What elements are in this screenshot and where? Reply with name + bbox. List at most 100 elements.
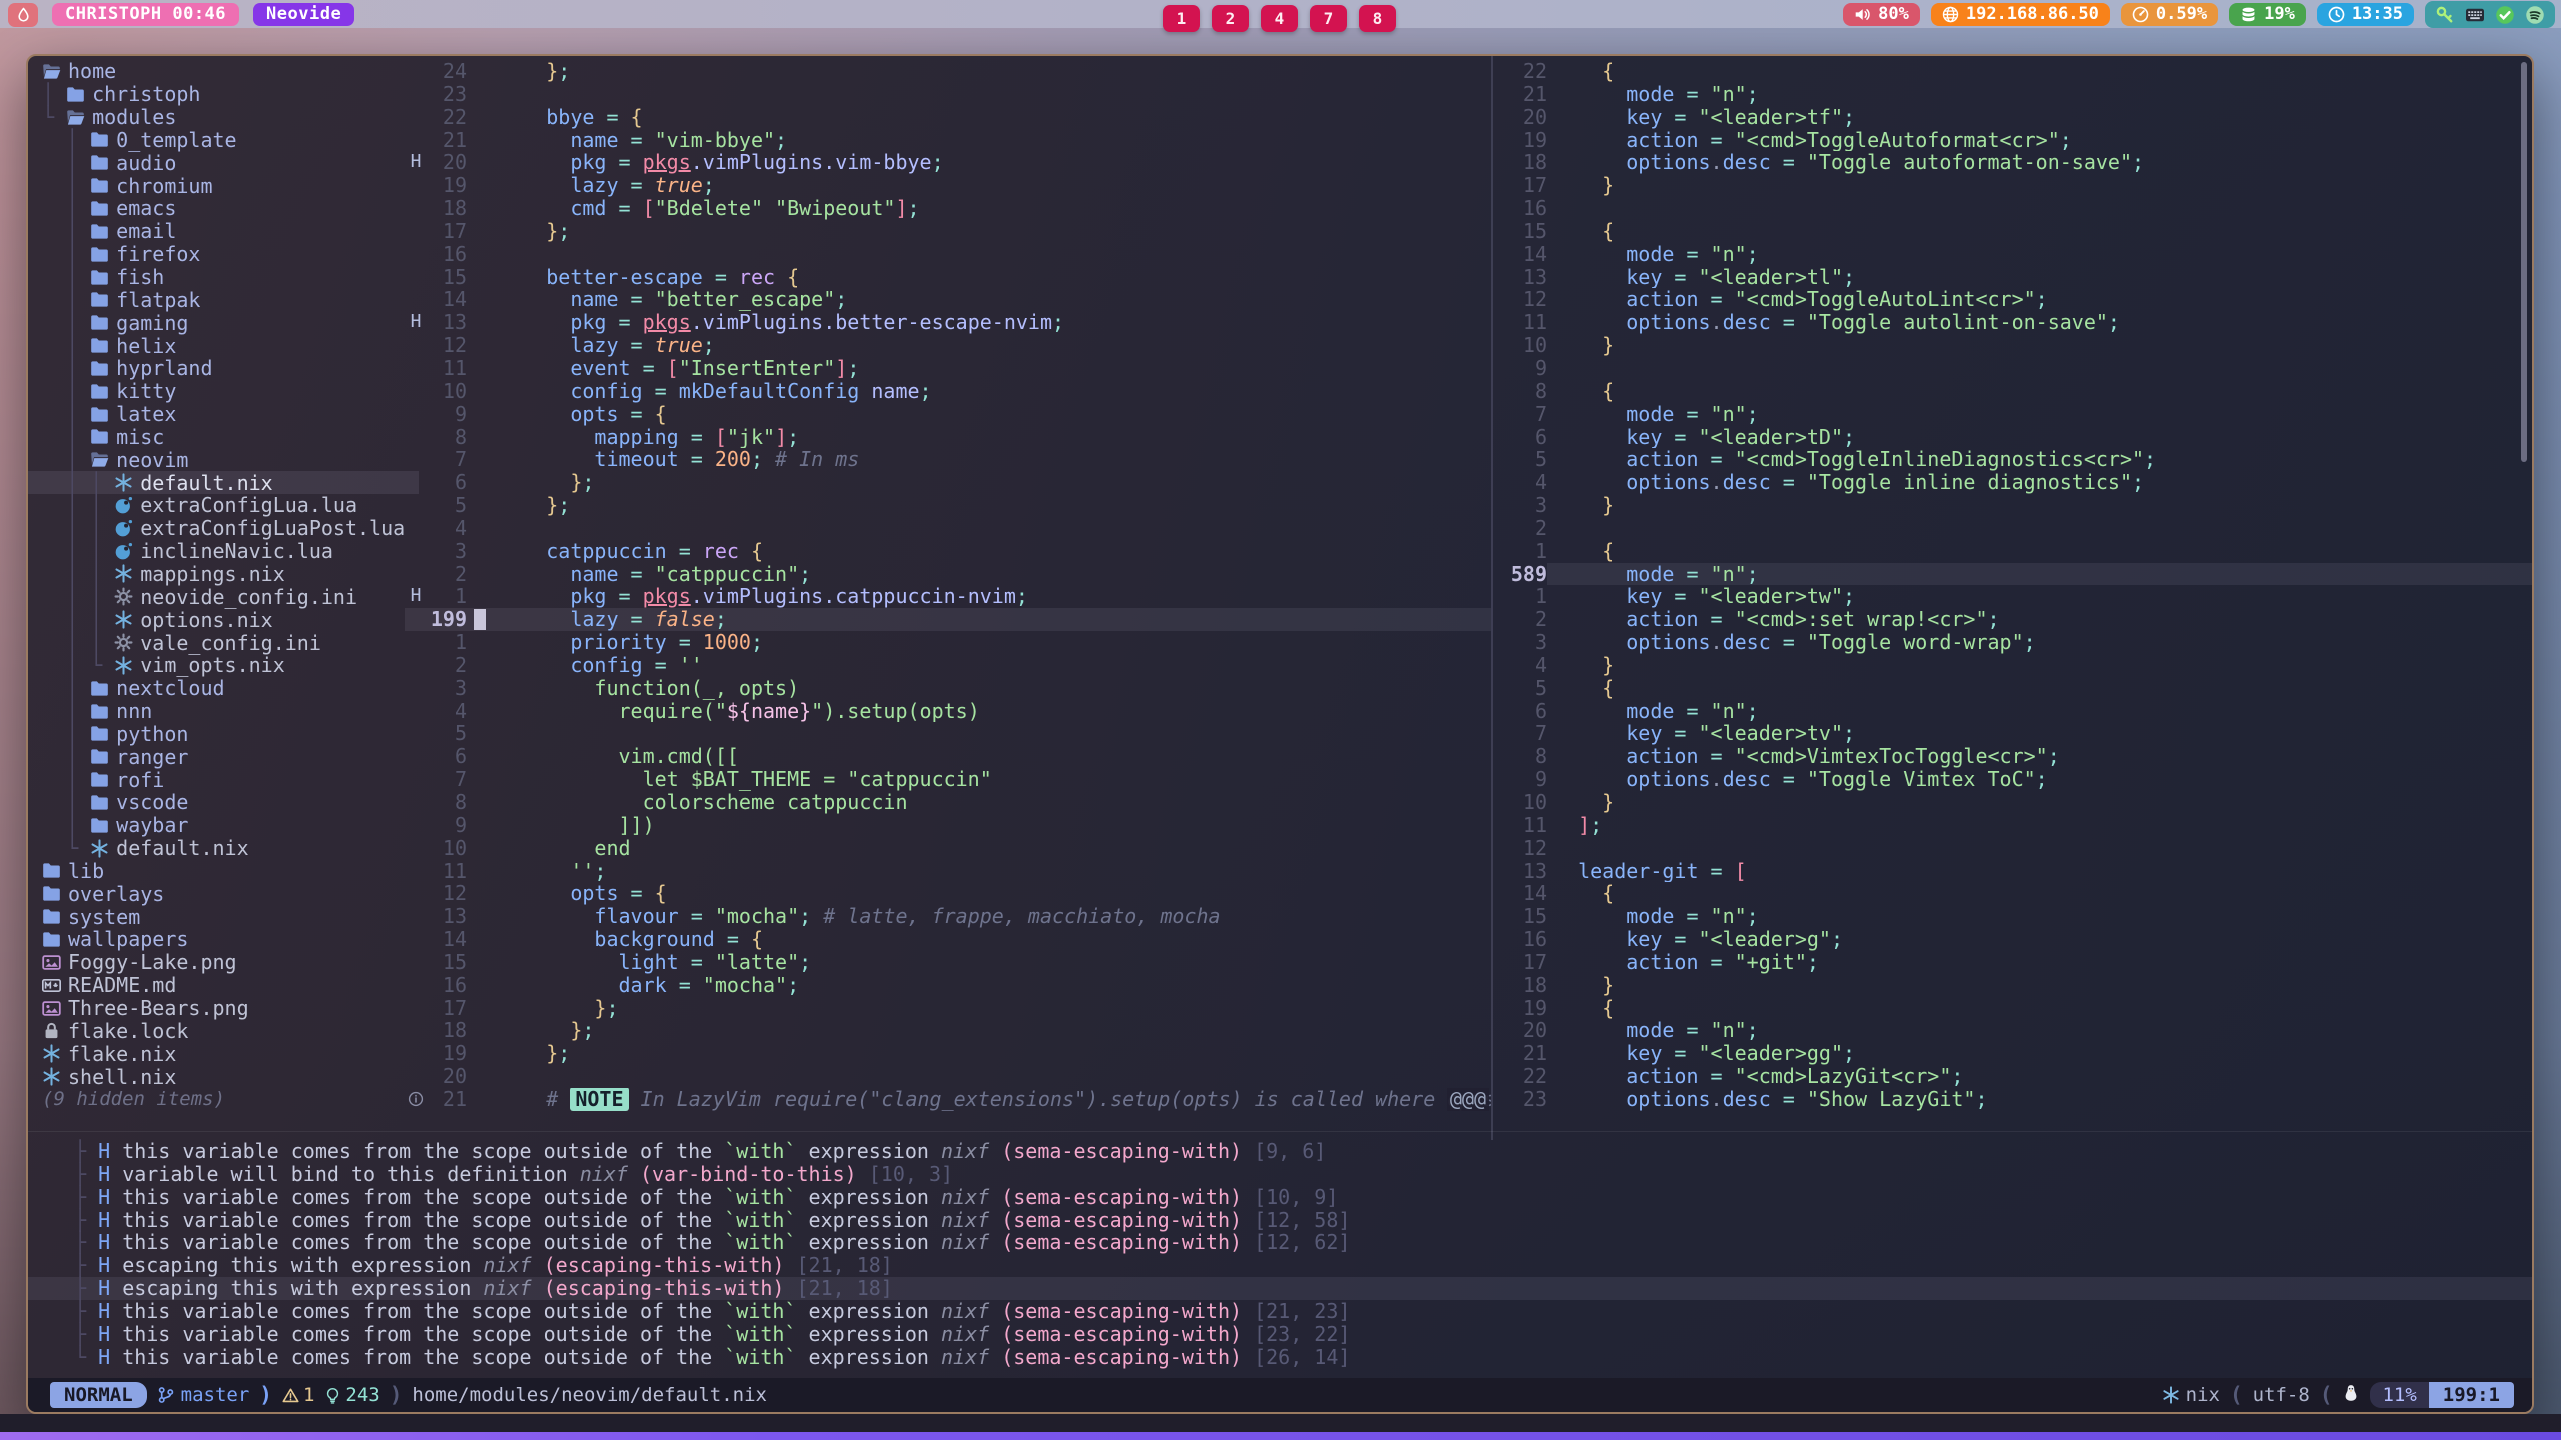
tree-item-inclineNavic.lua[interactable]: │ │ inclineNavic.lua xyxy=(42,540,419,563)
code-line[interactable]: 13 leader-git = [ xyxy=(1493,860,2532,883)
code-line[interactable]: 17 }; xyxy=(405,220,1491,243)
tree-item-options.nix[interactable]: │ │ options.nix xyxy=(42,608,419,631)
tree-item-lib[interactable]: lib xyxy=(42,860,419,883)
status-pill-globe[interactable]: 192.168.86.50 xyxy=(1931,3,2110,26)
tray-check-icon[interactable] xyxy=(2495,5,2515,25)
code-line[interactable]: 3 } xyxy=(1493,494,2532,517)
code-line[interactable]: 17 action = "+git"; xyxy=(1493,951,2532,974)
status-pill-db[interactable]: 19% xyxy=(2229,3,2306,26)
code-line[interactable]: 3 options.desc = "Toggle word-wrap"; xyxy=(1493,631,2532,654)
tree-item-default.nix[interactable]: └ default.nix xyxy=(42,837,419,860)
code-line[interactable]: 8 { xyxy=(1493,380,2532,403)
code-line[interactable]: 13 flavour = "mocha"; # latte, frappe, m… xyxy=(405,905,1491,928)
code-line[interactable]: 11 ''; xyxy=(405,860,1491,883)
tree-item-wallpapers[interactable]: wallpapers xyxy=(42,928,419,951)
tree-item-nextcloud[interactable]: │ nextcloud xyxy=(42,677,419,700)
code-line[interactable]: 14 name = "better_escape"; xyxy=(405,288,1491,311)
code-line[interactable]: 10 } xyxy=(1493,791,2532,814)
tree-item-system[interactable]: system xyxy=(42,905,419,928)
tree-item-vale_config.ini[interactable]: │ │ vale_config.ini xyxy=(42,631,419,654)
code-line[interactable]: 15 { xyxy=(1493,220,2532,243)
tree-item-overlays[interactable]: overlays xyxy=(42,882,419,905)
tray-spotify-icon[interactable] xyxy=(2525,5,2545,25)
tree-item-emacs[interactable]: │ emacs xyxy=(42,197,419,220)
code-line[interactable]: 5 { xyxy=(1493,677,2532,700)
code-line[interactable]: 20 key = "<leader>tf"; xyxy=(1493,106,2532,129)
distro-logo-button[interactable] xyxy=(8,3,38,27)
tree-item-default.nix[interactable]: │ │ default.nix xyxy=(28,471,419,494)
tree-item-nnn[interactable]: │ nnn xyxy=(42,700,419,723)
code-line[interactable]: H20 pkg = pkgs.vimPlugins.vim-bbye; xyxy=(405,151,1491,174)
code-line[interactable]: 6 vim.cmd([[ xyxy=(405,745,1491,768)
tree-item-Foggy-Lake.png[interactable]: Foggy-Lake.png xyxy=(42,951,419,974)
code-line[interactable]: 2 config = '' xyxy=(405,654,1491,677)
code-line[interactable]: 11 ]; xyxy=(1493,814,2532,837)
tray-key-icon[interactable] xyxy=(2435,5,2455,25)
code-line[interactable]: 15 mode = "n"; xyxy=(1493,905,2532,928)
code-line[interactable]: 21 # NOTE In LazyVim require("clang_exte… xyxy=(405,1088,1491,1111)
tree-item-README.md[interactable]: README.md xyxy=(42,974,419,997)
code-line[interactable]: 4 } xyxy=(1493,654,2532,677)
code-line[interactable]: 21 key = "<leader>gg"; xyxy=(1493,1042,2532,1065)
diagnostic-row[interactable]: ├ H this variable comes from the scope o… xyxy=(74,1323,2532,1346)
tree-item-python[interactable]: │ python xyxy=(42,722,419,745)
code-line[interactable]: 22 bbye = { xyxy=(405,106,1491,129)
code-line[interactable]: 24 }; xyxy=(405,60,1491,83)
tree-item-neovim[interactable]: │ neovim xyxy=(42,448,419,471)
code-line[interactable]: 21 name = "vim-bbye"; xyxy=(405,129,1491,152)
code-line[interactable]: 14 background = { xyxy=(405,928,1491,951)
code-line[interactable]: 16 dark = "mocha"; xyxy=(405,974,1491,997)
code-line[interactable]: 7 key = "<leader>tv"; xyxy=(1493,722,2532,745)
code-line[interactable]: 3 function(_, opts) xyxy=(405,677,1491,700)
code-line[interactable]: 5 action = "<cmd>ToggleInlineDiagnostics… xyxy=(1493,448,2532,471)
code-line[interactable]: 4 require("${name}").setup(opts) xyxy=(405,700,1491,723)
tree-item-email[interactable]: │ email xyxy=(42,220,419,243)
code-line[interactable]: 22 action = "<cmd>LazyGit<cr>"; xyxy=(1493,1065,2532,1088)
code-line[interactable]: 2 action = "<cmd>:set wrap!<cr>"; xyxy=(1493,608,2532,631)
diagnostic-row[interactable]: ├ H this variable comes from the scope o… xyxy=(74,1300,2532,1323)
workspace-8[interactable]: 8 xyxy=(1359,5,1396,32)
code-line[interactable]: 19 action = "<cmd>ToggleAutoformat<cr>"; xyxy=(1493,129,2532,152)
code-line[interactable]: 18 } xyxy=(1493,974,2532,997)
tree-item-misc[interactable]: │ misc xyxy=(42,426,419,449)
code-line[interactable]: 7 mode = "n"; xyxy=(1493,403,2532,426)
code-line[interactable]: 19 lazy = true; xyxy=(405,174,1491,197)
tree-item-firefox[interactable]: │ firefox xyxy=(42,243,419,266)
workspace-7[interactable]: 7 xyxy=(1310,5,1347,32)
code-line[interactable]: H13 pkg = pkgs.vimPlugins.better-escape-… xyxy=(405,311,1491,334)
code-line[interactable]: 18 }; xyxy=(405,1019,1491,1042)
code-line[interactable]: 11 event = ["InsertEnter"]; xyxy=(405,357,1491,380)
tree-item-extraConfigLua.lua[interactable]: │ │ extraConfigLua.lua xyxy=(42,494,419,517)
code-line[interactable]: 3 catppuccin = rec { xyxy=(405,540,1491,563)
code-line[interactable]: 16 xyxy=(1493,197,2532,220)
code-line[interactable]: 15 better-escape = rec { xyxy=(405,266,1491,289)
code-line[interactable]: 5 }; xyxy=(405,494,1491,517)
workspace-1[interactable]: 1 xyxy=(1163,5,1200,32)
code-line[interactable]: 13 key = "<leader>tl"; xyxy=(1493,266,2532,289)
code-line[interactable]: 19 }; xyxy=(405,1042,1491,1065)
code-line[interactable]: 20 xyxy=(405,1065,1491,1088)
code-line[interactable]: 7 timeout = 200; # In ms xyxy=(405,448,1491,471)
tree-item-latex[interactable]: │ latex xyxy=(42,403,419,426)
code-line[interactable]: 4 options.desc = "Toggle inline diagnost… xyxy=(1493,471,2532,494)
tray-keyboard-icon[interactable] xyxy=(2465,5,2485,25)
code-line[interactable]: 19 { xyxy=(1493,997,2532,1020)
code-line[interactable]: 20 mode = "n"; xyxy=(1493,1019,2532,1042)
code-line[interactable]: 23 options.desc = "Show LazyGit"; xyxy=(1493,1088,2532,1111)
code-line[interactable]: 22 { xyxy=(1493,60,2532,83)
tree-item-rofi[interactable]: │ rofi xyxy=(42,768,419,791)
code-line[interactable]: 7 let $BAT_THEME = "catppuccin" xyxy=(405,768,1491,791)
diagnostic-row[interactable]: ├ H this variable comes from the scope o… xyxy=(74,1186,2532,1209)
tree-item-fish[interactable]: │ fish xyxy=(42,266,419,289)
status-pill-clock[interactable]: 13:35 xyxy=(2317,3,2414,26)
tree-item-modules[interactable]: └ modules xyxy=(42,106,419,129)
code-line[interactable]: 14 mode = "n"; xyxy=(1493,243,2532,266)
tree-item-home[interactable]: home xyxy=(42,60,419,83)
code-line[interactable]: 6 mode = "n"; xyxy=(1493,700,2532,723)
code-line[interactable]: 6 }; xyxy=(405,471,1491,494)
code-line[interactable]: 10 end xyxy=(405,837,1491,860)
code-line[interactable]: 10 } xyxy=(1493,334,2532,357)
code-line[interactable]: 6 key = "<leader>tD"; xyxy=(1493,426,2532,449)
tree-item-hyprland[interactable]: │ hyprland xyxy=(42,357,419,380)
diagnostic-row[interactable]: ├ H this variable comes from the scope o… xyxy=(74,1231,2532,1254)
